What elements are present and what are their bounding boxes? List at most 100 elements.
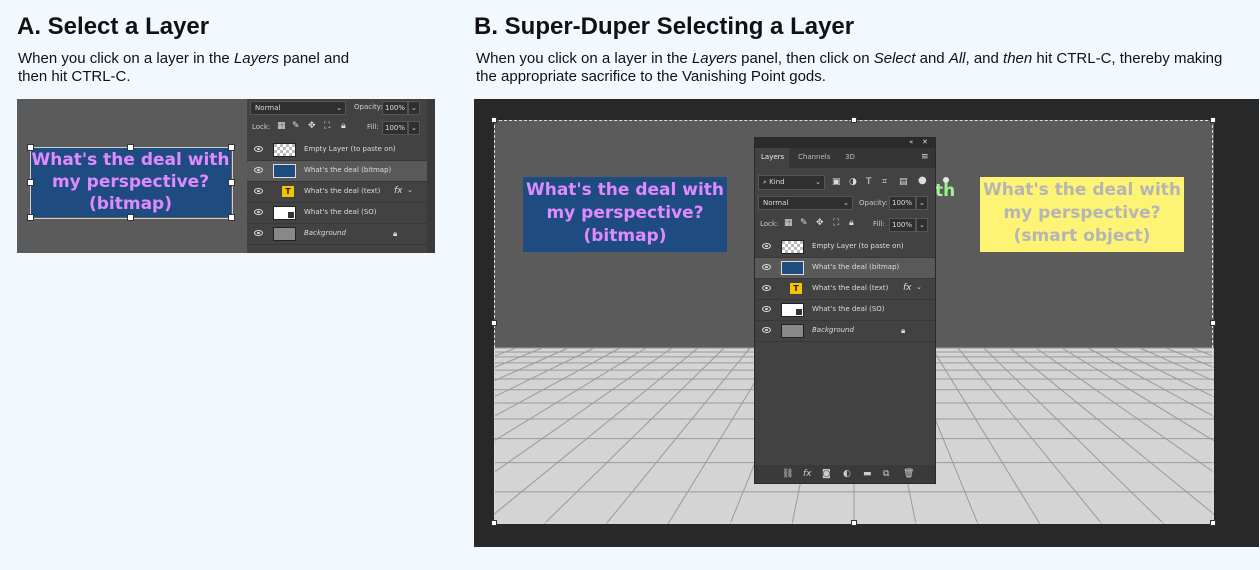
layer-name: What's the deal (SO) xyxy=(304,208,377,216)
eye-icon[interactable] xyxy=(254,167,263,173)
layer-row[interactable]: What's the deal (SO) xyxy=(247,203,427,224)
lock-transparent-icon[interactable]: ▦ xyxy=(277,121,286,131)
panel-titlebar[interactable]: « ✕ xyxy=(755,138,935,148)
opacity-field[interactable]: 100% xyxy=(382,101,408,115)
layer-name: What's the deal (SO) xyxy=(812,305,885,313)
fx-icon[interactable]: fx xyxy=(394,186,403,196)
layer-row[interactable]: What's the deal (bitmap) xyxy=(755,258,935,279)
lock-all-icon[interactable]: 🔒︎ xyxy=(849,218,854,228)
eye-icon[interactable] xyxy=(762,264,771,270)
transform-handle[interactable] xyxy=(127,144,134,151)
eye-icon[interactable] xyxy=(254,209,263,215)
layer-row[interactable]: T What's the deal (text) fx ⌄ xyxy=(755,279,935,300)
panel-scrollbar[interactable] xyxy=(427,99,435,253)
new-group-icon[interactable]: ▬ xyxy=(863,469,872,479)
add-style-icon[interactable]: fx xyxy=(803,469,812,479)
opacity-dropdown[interactable]: ⌄ xyxy=(408,101,420,115)
filter-toggle-icon[interactable]: ● xyxy=(918,175,927,186)
chevron-down-icon: ⌄ xyxy=(336,104,342,112)
layer-row[interactable]: Empty Layer (to paste on) xyxy=(755,237,935,258)
new-layer-icon[interactable]: ⧉ xyxy=(883,469,889,479)
transform-handle[interactable] xyxy=(127,214,134,221)
transform-handle[interactable] xyxy=(27,144,34,151)
layer-name: Background xyxy=(812,326,854,334)
transform-handle[interactable] xyxy=(27,214,34,221)
lock-position-icon[interactable]: ✥ xyxy=(816,218,824,228)
layer-thumbnail xyxy=(273,143,296,157)
transform-handle[interactable] xyxy=(27,179,34,186)
fill-field[interactable]: 100% xyxy=(382,121,408,135)
filter-smart-object-icon[interactable]: ▤ xyxy=(899,177,908,187)
layer-row[interactable]: Background 🔒︎ xyxy=(247,224,427,245)
filter-shape-icon[interactable]: ⌗ xyxy=(882,177,887,187)
transform-handle[interactable] xyxy=(491,117,497,123)
layer-row[interactable]: What's the deal (SO) xyxy=(755,300,935,321)
layer-thumbnail xyxy=(781,261,804,275)
layer-row[interactable]: Empty Layer (to paste on) xyxy=(247,140,427,161)
eye-icon[interactable] xyxy=(762,306,771,312)
transform-handle[interactable] xyxy=(491,320,497,326)
transform-handle[interactable] xyxy=(228,144,235,151)
tab-channels[interactable]: Channels xyxy=(798,153,830,161)
artboard-lock-icon[interactable]: ⛶ xyxy=(324,121,330,131)
fill-dropdown[interactable]: ⌄ xyxy=(916,218,928,232)
transform-handle[interactable] xyxy=(1210,117,1216,123)
chevron-down-icon[interactable]: ⌄ xyxy=(916,283,922,291)
section-a-description: When you click on a layer in the Layers … xyxy=(18,50,350,85)
layer-name: Background xyxy=(304,229,346,237)
transform-handle[interactable] xyxy=(851,520,857,526)
layer-name: What's the deal (bitmap) xyxy=(304,166,392,174)
layer-row[interactable]: What's the deal (bitmap) xyxy=(247,161,427,182)
eye-icon[interactable] xyxy=(762,243,771,249)
lock-pixels-icon[interactable]: ✎ xyxy=(800,218,808,228)
opacity-dropdown[interactable]: ⌄ xyxy=(916,196,928,210)
opacity-label: Opacity: xyxy=(859,199,888,207)
tab-3d[interactable]: 3D xyxy=(845,153,855,161)
section-b-title: B. Super-Duper Selecting a Layer xyxy=(474,13,855,40)
filter-pixel-icon[interactable]: ▣ xyxy=(832,177,841,187)
transform-handle[interactable] xyxy=(228,179,235,186)
layer-thumbnail xyxy=(273,227,296,241)
blend-mode-select[interactable]: Normal ⌄ xyxy=(758,196,853,210)
collapse-icon[interactable]: « xyxy=(909,138,913,146)
transform-handle[interactable] xyxy=(1210,320,1216,326)
panel-menu-icon[interactable]: ≡ xyxy=(921,152,929,162)
close-icon[interactable]: ✕ xyxy=(922,138,928,146)
filter-adjustment-icon[interactable]: ◑ xyxy=(849,177,857,187)
screenshot-a: What's the deal with my perspective? (bi… xyxy=(17,99,435,253)
fx-icon[interactable]: fx xyxy=(903,283,912,293)
fill-field[interactable]: 100% xyxy=(889,218,916,232)
fill-dropdown[interactable]: ⌄ xyxy=(408,121,420,135)
transform-handle[interactable] xyxy=(491,520,497,526)
eye-icon[interactable] xyxy=(254,146,263,152)
eye-icon[interactable] xyxy=(762,327,771,333)
section-a-title: A. Select a Layer xyxy=(17,13,210,40)
link-layers-icon[interactable]: ⛓ xyxy=(782,469,793,479)
transform-handle[interactable] xyxy=(228,214,235,221)
chevron-down-icon[interactable]: ⌄ xyxy=(407,186,413,194)
layer-name: What's the deal (text) xyxy=(812,284,889,292)
layer-row[interactable]: Background 🔒︎ xyxy=(755,321,935,342)
artboard-lock-icon[interactable]: ⛶ xyxy=(833,218,839,228)
layer-row[interactable]: T What's the deal (text) fx ⌄ xyxy=(247,182,427,203)
transform-bounding-box[interactable] xyxy=(30,147,233,219)
tab-layers[interactable]: Layers xyxy=(761,153,784,161)
lock-pixels-icon[interactable]: ✎ xyxy=(292,121,300,131)
opacity-field[interactable]: 100% xyxy=(889,196,916,210)
eye-icon[interactable] xyxy=(254,188,263,194)
lock-position-icon[interactable]: ✥ xyxy=(308,121,316,131)
transform-handle[interactable] xyxy=(1210,520,1216,526)
lock-all-icon[interactable]: 🔒︎ xyxy=(341,121,346,131)
trash-icon[interactable]: 🗑︎ xyxy=(903,469,914,479)
transform-handle[interactable] xyxy=(851,117,857,123)
adjustment-layer-icon[interactable]: ◐ xyxy=(843,469,851,479)
chevron-down-icon: ⌄ xyxy=(815,178,821,186)
fill-label: Fill: xyxy=(873,220,885,228)
eye-icon[interactable] xyxy=(762,285,771,291)
filter-kind-select[interactable]: ⌕ Kind ⌄ xyxy=(758,175,825,190)
lock-transparent-icon[interactable]: ▦ xyxy=(784,218,793,228)
add-mask-icon[interactable]: ◙ xyxy=(822,469,831,479)
blend-mode-select[interactable]: Normal ⌄ xyxy=(250,101,346,115)
eye-icon[interactable] xyxy=(254,230,263,236)
filter-type-icon[interactable]: T xyxy=(866,177,872,187)
